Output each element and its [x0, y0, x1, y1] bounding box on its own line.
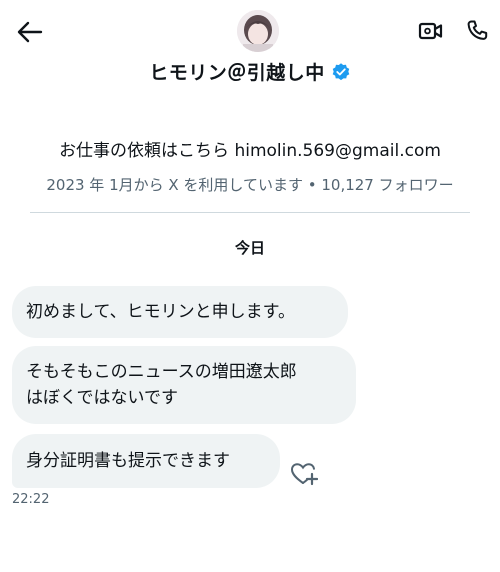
add-reaction-icon [290, 463, 319, 486]
video-call-icon [418, 22, 443, 40]
message-text: 身分証明書も提示できます [26, 451, 230, 471]
avatar[interactable] [237, 10, 279, 52]
add-reaction-button[interactable] [290, 461, 319, 487]
avatar-image [237, 10, 279, 52]
phone-icon [467, 20, 488, 40]
message-bubble[interactable]: 初めまして、ヒモリンと申します。 [12, 286, 348, 338]
message-text: 初めまして、ヒモリンと申します。 [26, 302, 295, 322]
verified-badge-icon [332, 62, 350, 80]
profile-bio: お仕事の依頼はこちら himolin.569@gmail.com [59, 141, 441, 161]
message-text-line: はぼくではないです [26, 388, 178, 408]
message-timestamp: 22:22 [12, 492, 50, 507]
video-call-button[interactable] [416, 16, 446, 46]
message-text-line: そもそもこのニュースの増田遼太郎 [26, 362, 297, 382]
day-separator: 今日 [234, 239, 265, 257]
message-bubble[interactable]: 身分証明書も提示できます [12, 434, 280, 488]
phone-call-button[interactable] [462, 16, 492, 46]
back-button[interactable] [14, 16, 46, 48]
conversation-header: ヒモリン＠引越し中 [0, 0, 500, 100]
profile-meta: 2023 年 1月から X を利用しています • 10,127 フォロワー [46, 176, 454, 194]
divider [30, 212, 470, 213]
conversation-title[interactable]: ヒモリン＠引越し中 [149, 58, 325, 85]
back-arrow-icon [17, 21, 43, 43]
message-bubble[interactable]: そもそもこのニュースの増田遼太郎 はぼくではないです [12, 346, 356, 424]
